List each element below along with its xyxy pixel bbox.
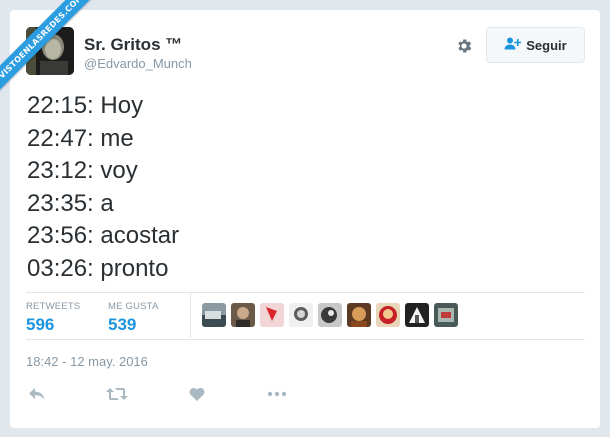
likers-avatars: [202, 303, 458, 327]
reply-icon[interactable]: [26, 385, 48, 403]
likes-count[interactable]: 539: [108, 315, 136, 335]
divider: [26, 339, 585, 340]
liker-avatar[interactable]: [347, 303, 371, 327]
watermark-text: VISTOENLASREDES.COM: [0, 0, 101, 96]
tweet-line: 03:26: pronto: [27, 254, 169, 282]
divider: [26, 292, 585, 293]
like-icon[interactable]: [186, 385, 208, 403]
retweets-label[interactable]: RETWEETS: [26, 301, 80, 312]
tweet-line: 23:12: voy: [27, 157, 138, 184]
liker-avatar[interactable]: [231, 303, 255, 327]
liker-avatar[interactable]: [318, 303, 342, 327]
follow-button[interactable]: Seguir: [486, 27, 585, 63]
watermark-ribbon: VISTOENLASREDES.COM: [0, 0, 110, 110]
retweet-icon[interactable]: [106, 385, 128, 403]
liker-avatar[interactable]: [434, 303, 458, 327]
gear-icon[interactable]: [454, 36, 474, 56]
tweet-line: 23:35: a: [27, 189, 114, 217]
tweet-text: 22:15: Hoy 22:47: me 23:12: voy 23:35: a…: [27, 90, 179, 285]
tweet-line: 22:47: me: [27, 124, 134, 152]
stats-separator: [190, 293, 191, 338]
add-user-icon: [504, 37, 522, 53]
liker-avatar[interactable]: [289, 303, 313, 327]
more-icon[interactable]: [266, 385, 288, 403]
retweets-count[interactable]: 596: [26, 315, 54, 335]
follow-label: Seguir: [526, 37, 567, 53]
liker-avatar[interactable]: [260, 303, 284, 327]
liker-avatar[interactable]: [202, 303, 226, 327]
liker-avatar[interactable]: [405, 303, 429, 327]
timestamp[interactable]: 18:42 - 12 may. 2016: [26, 354, 148, 369]
tweet-line: 23:56: acostar: [27, 222, 180, 249]
likes-label[interactable]: ME GUSTA: [108, 301, 159, 312]
liker-avatar[interactable]: [376, 303, 400, 327]
